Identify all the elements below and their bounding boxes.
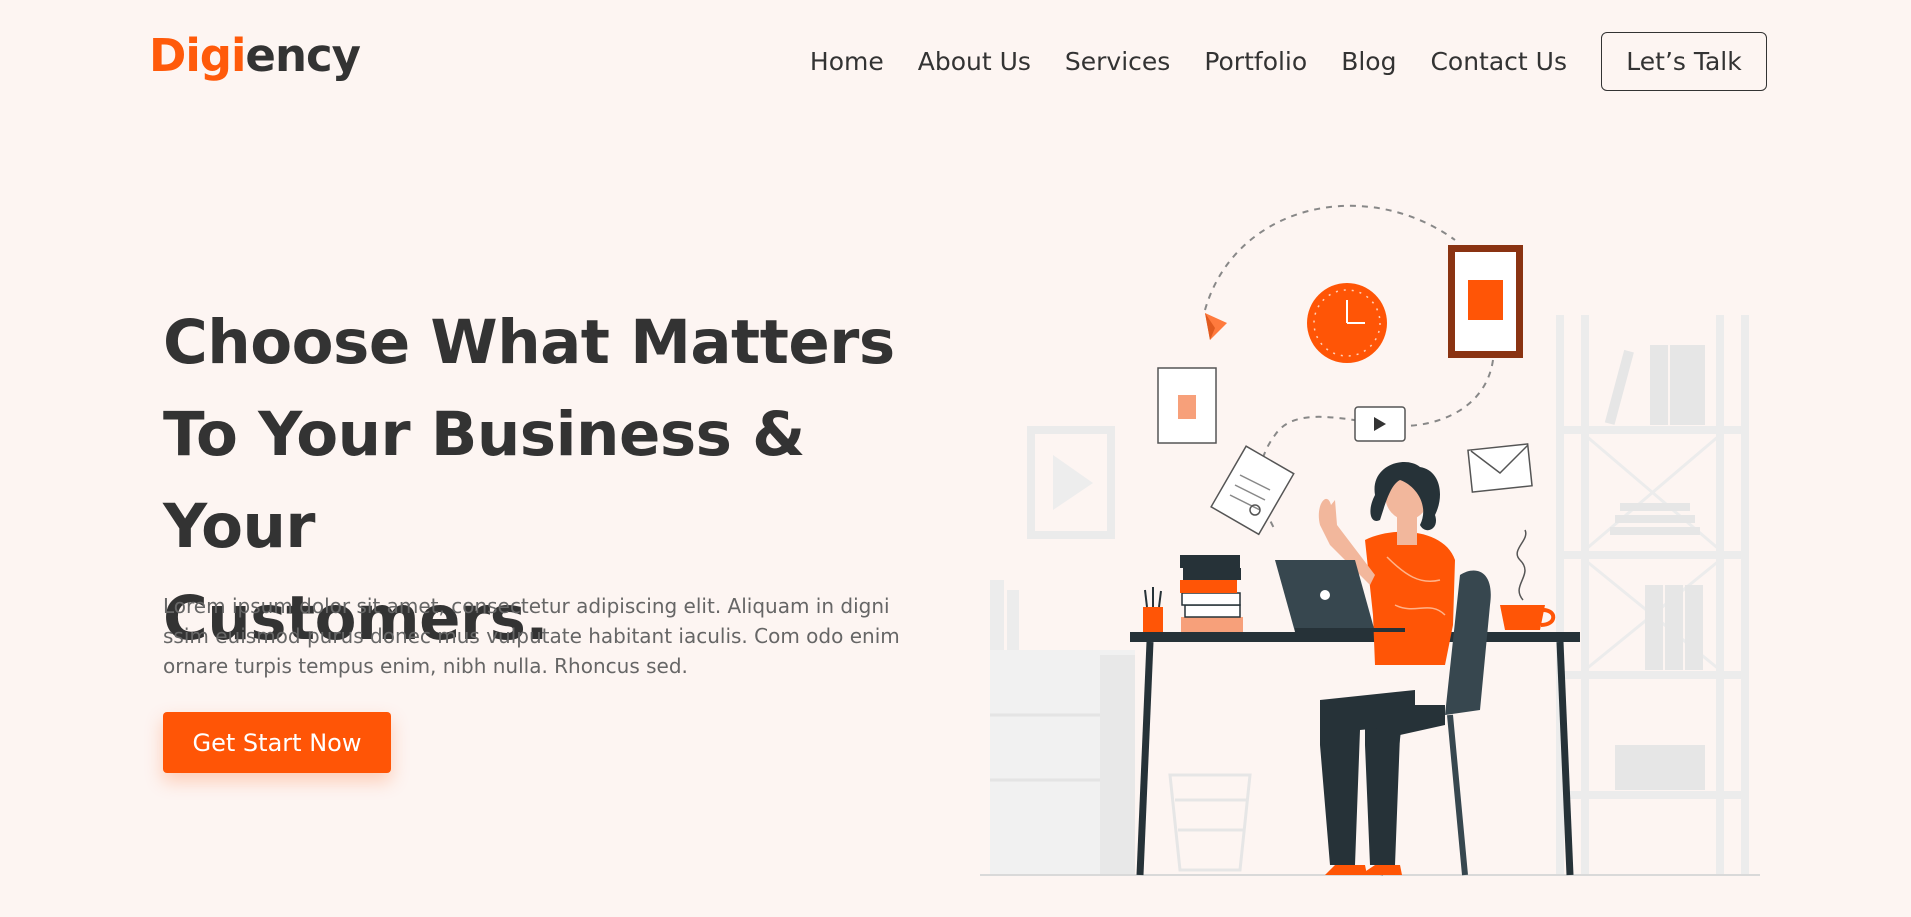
note-card-icon <box>1157 367 1217 444</box>
logo-rest: ency <box>245 29 361 82</box>
waste-basket <box>1168 773 1252 872</box>
main-nav: Home About Us Services Portfolio Blog Co… <box>810 32 1767 91</box>
hero-title-line-2: To Your Business & Your <box>163 399 805 562</box>
nav-about-us[interactable]: About Us <box>918 35 1031 89</box>
clock-icon <box>1307 283 1387 363</box>
file-cabinet <box>990 580 1135 875</box>
envelope-icon <box>1467 443 1533 493</box>
books-icon <box>1180 555 1243 632</box>
nav-home[interactable]: Home <box>810 35 884 89</box>
get-start-now-button[interactable]: Get Start Now <box>163 712 391 773</box>
logo-accent: Digi <box>149 29 246 82</box>
nav-services[interactable]: Services <box>1065 35 1170 89</box>
paper-plane-icon <box>1205 313 1227 340</box>
nav-contact-us[interactable]: Contact Us <box>1430 35 1567 89</box>
hero-illustration <box>980 204 1760 876</box>
lets-talk-button[interactable]: Let’s Talk <box>1601 32 1767 91</box>
person-figure <box>1318 462 1455 875</box>
nav-portfolio[interactable]: Portfolio <box>1204 35 1307 89</box>
hero-description: Lorem ipsum dolor sit amet, consectetur … <box>163 594 900 678</box>
picture-frame-icon <box>1448 245 1523 358</box>
hero-title-line-1: Choose What Matters <box>163 307 895 378</box>
shelf-binders <box>1604 345 1705 790</box>
play-icon <box>1354 406 1406 442</box>
wall-picture-frame <box>1027 426 1115 539</box>
brand-logo[interactable]: Digiency <box>149 28 361 84</box>
nav-blog[interactable]: Blog <box>1341 35 1396 89</box>
coffee-cup-icon <box>1500 529 1556 630</box>
document-icon <box>1210 445 1295 536</box>
pencil-cup-icon <box>1143 587 1163 632</box>
